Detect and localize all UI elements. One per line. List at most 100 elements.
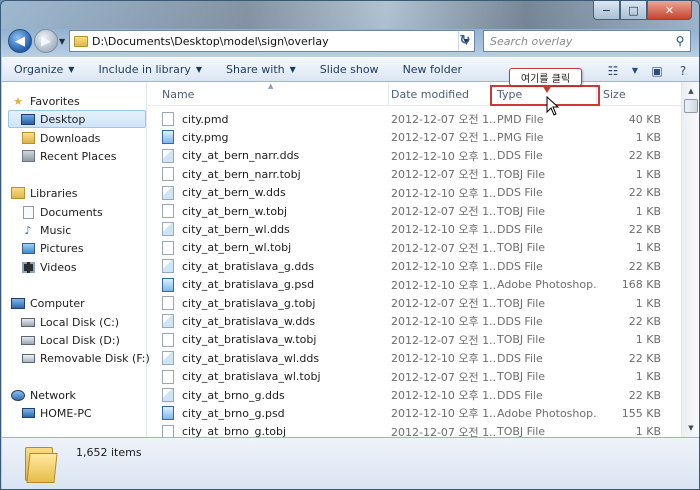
share-with-button[interactable]: Share with ▼ xyxy=(214,58,308,81)
file-name-cell[interactable]: city.pmd xyxy=(162,112,387,126)
column-header-date-modified[interactable]: Date modified xyxy=(385,82,491,106)
size-cell: 1 KB xyxy=(635,130,661,144)
view-options-chevron-icon[interactable]: ▼ xyxy=(630,62,640,80)
file-name-cell[interactable]: city_at_bern_narr.tobj xyxy=(162,167,387,182)
sidebar-item-music[interactable]: ♪ Music xyxy=(20,221,71,239)
type-cell: TOBJ File xyxy=(497,296,546,310)
file-name-cell[interactable]: city.pmg xyxy=(162,130,387,145)
size-cell: 22 KB xyxy=(628,259,661,273)
type-cell: TOBJ File xyxy=(497,167,546,181)
file-name-cell[interactable]: city_at_brno_g.dds xyxy=(162,388,387,402)
file-name-cell[interactable]: city_at_bern_w.dds xyxy=(162,185,387,200)
change-view-icon[interactable]: ☷ xyxy=(604,62,622,80)
vertical-scrollbar[interactable]: ▲ ▼ xyxy=(681,82,699,437)
sidebar-item-libraries[interactable]: Libraries xyxy=(10,184,78,202)
help-icon[interactable]: ? xyxy=(674,62,692,80)
sidebar-item-label: Documents xyxy=(40,205,103,219)
preview-pane-icon[interactable]: ▣ xyxy=(648,62,666,80)
table-row[interactable]: city_at_bratislava_g.tobj 2012-12-07 오전 1… xyxy=(148,294,681,312)
close-button[interactable]: ✕ xyxy=(647,1,692,20)
column-header-size[interactable]: Size xyxy=(597,82,667,106)
table-row[interactable]: city_at_bern_wl.tobj 2012-12-07 오전 1... TO… xyxy=(148,239,681,257)
size-cell: 22 KB xyxy=(628,351,661,365)
file-name-cell[interactable]: city_at_bratislava_wl.dds xyxy=(162,351,387,366)
table-row[interactable]: city_at_bern_w.tobj 2012-12-07 오전 1... TOB… xyxy=(148,202,681,220)
sidebar-item-videos[interactable]: Videos xyxy=(20,258,77,276)
address-path[interactable]: D:\Documents\Desktop\model\sign\overlay xyxy=(92,35,458,48)
table-row[interactable]: city_at_bratislava_w.tobj 2012-12-07 오전 1… xyxy=(148,331,681,349)
maximize-button[interactable]: □ xyxy=(620,1,647,20)
sidebar-item-pictures[interactable]: Pictures xyxy=(20,239,84,257)
scroll-up-icon[interactable]: ▲ xyxy=(683,83,699,99)
sidebar-item-computer[interactable]: Computer xyxy=(10,294,85,312)
table-row[interactable]: city_at_brno_g.tobj 2012-12-07 오전 1... TOB… xyxy=(148,423,681,437)
file-name-cell[interactable]: city_at_bratislava_w.tobj xyxy=(162,332,387,347)
file-name-cell[interactable]: city_at_bratislava_w.dds xyxy=(162,314,387,329)
file-icon xyxy=(162,296,174,310)
sidebar-item-network[interactable]: Network xyxy=(10,386,76,404)
file-name: city_at_bratislava_w.tobj xyxy=(182,333,317,347)
organize-button[interactable]: Organize ▼ xyxy=(2,58,86,81)
sidebar-item-local-disk-c[interactable]: Local Disk (C:) xyxy=(20,313,119,331)
minimize-button[interactable]: − xyxy=(593,1,620,20)
search-box[interactable]: Search overlay ⚲ xyxy=(483,30,691,52)
table-row[interactable]: city_at_bratislava_g.psd 2012-12-10 오후 1.… xyxy=(148,276,681,294)
scrollbar-thumb[interactable] xyxy=(684,99,698,113)
sidebar-item-recent-places[interactable]: Recent Places xyxy=(20,147,117,165)
file-name-cell[interactable]: city_at_bratislava_wl.tobj xyxy=(162,369,387,384)
refresh-icon[interactable]: ↻ xyxy=(456,31,474,49)
sidebar-item-documents[interactable]: Documents xyxy=(20,203,103,221)
table-row[interactable]: city_at_bern_narr.tobj 2012-12-07 오전 1...… xyxy=(148,165,681,183)
size-cell: 40 KB xyxy=(628,112,661,126)
file-name-cell[interactable]: city_at_brno_g.tobj xyxy=(162,424,387,437)
table-row[interactable]: city.pmd 2012-12-07 오전 1... PMD File 40 KB xyxy=(148,110,681,128)
sidebar-item-local-disk-d[interactable]: Local Disk (D:) xyxy=(20,331,120,349)
table-row[interactable]: city_at_bern_w.dds 2012-12-10 오후 1... DDS … xyxy=(148,184,681,202)
star-icon: ★ xyxy=(13,94,23,108)
file-name-cell[interactable]: city_at_bern_w.tobj xyxy=(162,204,387,218)
file-name-cell[interactable]: city_at_bern_wl.dds xyxy=(162,222,387,237)
table-row[interactable]: city.pmg 2012-12-07 오전 1... PMG File 1 KB xyxy=(148,128,681,146)
search-input[interactable]: Search overlay xyxy=(484,35,670,48)
search-icon[interactable]: ⚲ xyxy=(670,34,690,48)
file-name-cell[interactable]: city_at_bratislava_g.psd xyxy=(162,277,387,292)
table-row[interactable]: city_at_bratislava_g.dds 2012-12-10 오후 1.… xyxy=(148,257,681,275)
table-row[interactable]: city_at_bern_wl.dds 2012-12-10 오후 1... DDS… xyxy=(148,220,681,238)
column-header-label: Name xyxy=(162,87,195,101)
include-in-library-button[interactable]: Include in library ▼ xyxy=(86,58,214,81)
file-name-cell[interactable]: city_at_bratislava_g.tobj xyxy=(162,296,387,310)
file-icon xyxy=(162,406,174,421)
table-row[interactable]: city_at_bern_narr.dds 2012-12-10 오후 1... D… xyxy=(148,147,681,165)
file-name-cell[interactable]: city_at_brno_g.psd xyxy=(162,406,387,421)
type-cell: DDS File xyxy=(497,351,543,365)
sidebar-item-home-pc[interactable]: HOME-PC xyxy=(20,404,92,422)
back-button[interactable]: ◀ xyxy=(8,29,32,53)
table-row[interactable]: city_at_bratislava_wl.tobj 2012-12-07 오전 … xyxy=(148,368,681,386)
file-name-cell[interactable]: city_at_bern_narr.dds xyxy=(162,148,387,163)
sidebar-item-downloads[interactable]: Downloads xyxy=(20,129,100,147)
date-modified-cell: 2012-12-10 오후 1... xyxy=(391,149,495,163)
table-row[interactable]: city_at_brno_g.psd 2012-12-10 오후 1... Adob… xyxy=(148,404,681,422)
sidebar-item-favorites[interactable]: ★ Favorites xyxy=(10,92,80,110)
table-row[interactable]: city_at_brno_g.dds 2012-12-10 오후 1... DDS … xyxy=(148,386,681,404)
column-header-label: Date modified xyxy=(391,87,469,101)
sidebar-item-desktop[interactable]: Desktop xyxy=(8,110,146,128)
scroll-down-icon[interactable]: ▼ xyxy=(683,420,699,436)
recent-pages-dropdown-icon[interactable]: ▼ xyxy=(59,37,65,46)
sidebar-item-label: Recent Places xyxy=(40,149,117,163)
caption-buttons: − □ ✕ xyxy=(593,1,692,21)
forward-button[interactable]: ▶ xyxy=(34,29,58,53)
file-name-cell[interactable]: city_at_bratislava_g.dds xyxy=(162,259,387,274)
file-icon xyxy=(162,424,174,437)
new-folder-button[interactable]: New folder xyxy=(391,58,474,81)
type-cell: DDS File xyxy=(497,222,543,236)
column-header-row: Name ▲ Date modified Type Size xyxy=(148,82,681,106)
slide-show-button[interactable]: Slide show xyxy=(308,58,391,81)
table-row[interactable]: city_at_bratislava_wl.dds 2012-12-10 오후 1… xyxy=(148,349,681,367)
sidebar-item-removable-disk-f[interactable]: Removable Disk (F:) xyxy=(20,349,150,367)
sidebar-item-label: Downloads xyxy=(40,131,101,145)
address-bar[interactable]: D:\Documents\Desktop\model\sign\overlay … xyxy=(69,30,475,52)
organize-label: Organize xyxy=(14,63,64,76)
file-name-cell[interactable]: city_at_bern_wl.tobj xyxy=(162,240,387,255)
table-row[interactable]: city_at_bratislava_w.dds 2012-12-10 오후 1.… xyxy=(148,312,681,330)
